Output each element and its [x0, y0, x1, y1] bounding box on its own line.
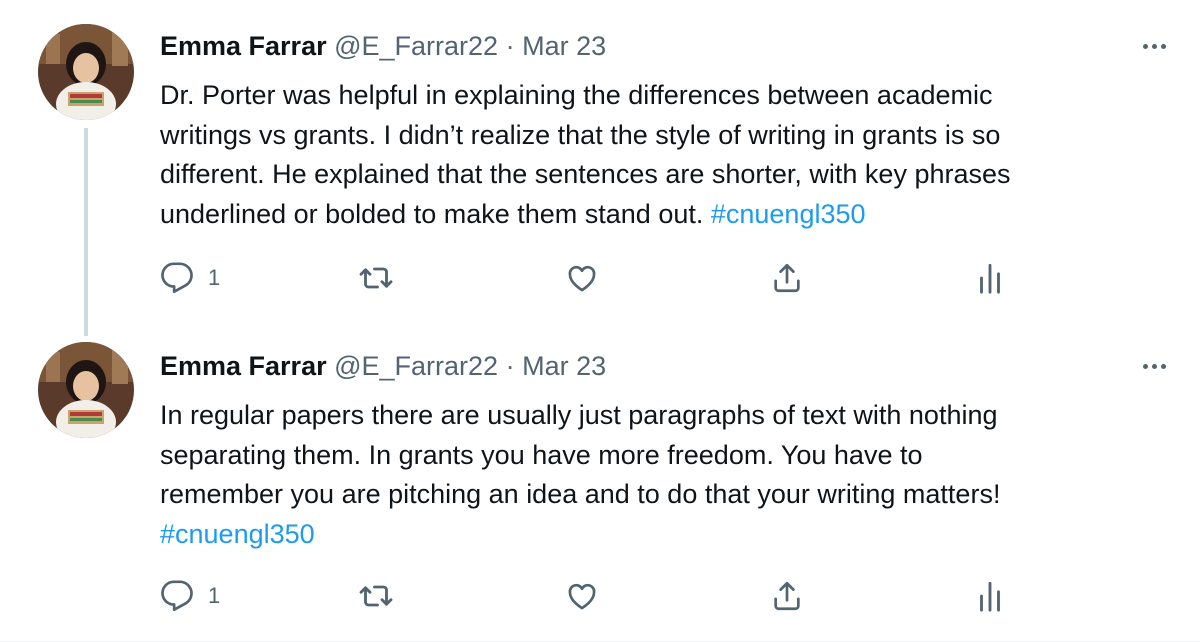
reply-icon — [160, 261, 194, 295]
header-separator: · — [505, 351, 515, 381]
analytics-button[interactable] — [975, 576, 1005, 616]
tweet-date[interactable]: Mar 23 — [522, 351, 606, 381]
tweet-text-line: different. He explained that the sentenc… — [160, 159, 1011, 189]
tweet-date[interactable]: Mar 23 — [522, 31, 606, 61]
tweet-actions: 1 — [0, 576, 1200, 616]
avatar[interactable] — [38, 24, 134, 120]
reply-count: 1 — [208, 265, 221, 290]
share-button[interactable] — [770, 576, 804, 616]
analytics-icon — [975, 579, 1005, 613]
author-name[interactable]: Emma Farrar — [160, 31, 327, 61]
tweet-header: Emma Farrar @E_Farrar22 · Mar 23 — [160, 348, 606, 384]
reply-button[interactable]: 1 — [160, 258, 220, 298]
tweet-text-line: separating them. In grants you have more… — [160, 439, 923, 470]
avatar[interactable] — [38, 342, 134, 438]
reply-icon — [160, 579, 194, 613]
reply-button[interactable]: 1 — [160, 576, 220, 616]
hashtag-link[interactable]: #cnuengl350 — [711, 199, 866, 229]
tweet[interactable]: Emma Farrar @E_Farrar22 · Mar 23 Dr. Por… — [0, 0, 1200, 320]
analytics-icon — [975, 261, 1005, 295]
tweet-text-line: Dr. Porter was helpful in explaining the… — [160, 80, 993, 110]
like-button[interactable] — [565, 576, 599, 616]
tweet-text-line: In regular papers there are usually just… — [160, 400, 998, 430]
header-separator: · — [505, 31, 515, 61]
tweet-text: Dr. Porter was helpful in explaining the… — [160, 76, 1160, 234]
author-handle[interactable]: @E_Farrar22 — [334, 31, 498, 61]
tweet-actions: 1 — [0, 258, 1200, 298]
share-icon — [770, 261, 804, 295]
tweet-text-line: remember you are pitching an idea and to… — [160, 479, 1001, 509]
reply-count: 1 — [208, 583, 221, 608]
tweet-text: In regular papers there are usually just… — [160, 396, 1160, 554]
share-icon — [770, 579, 804, 613]
analytics-button[interactable] — [975, 258, 1005, 298]
retweet-button[interactable] — [358, 576, 394, 616]
retweet-button[interactable] — [358, 258, 394, 298]
like-button[interactable] — [565, 258, 599, 298]
author-name[interactable]: Emma Farrar — [160, 351, 327, 381]
more-icon[interactable] — [1136, 348, 1172, 384]
share-button[interactable] — [770, 258, 804, 298]
more-icon[interactable] — [1136, 28, 1172, 64]
tweet[interactable]: Emma Farrar @E_Farrar22 · Mar 23 In regu… — [0, 320, 1200, 642]
retweet-icon — [358, 260, 394, 296]
tweet-text-line: writings vs grants. I didn’t realize tha… — [160, 119, 1001, 150]
retweet-icon — [358, 578, 394, 614]
tweet-header: Emma Farrar @E_Farrar22 · Mar 23 — [160, 28, 606, 64]
like-icon — [565, 579, 599, 613]
tweet-text-line: underlined or bolded to make them stand … — [160, 198, 711, 229]
hashtag-link[interactable]: #cnuengl350 — [160, 519, 315, 549]
author-handle[interactable]: @E_Farrar22 — [334, 351, 498, 381]
like-icon — [565, 261, 599, 295]
